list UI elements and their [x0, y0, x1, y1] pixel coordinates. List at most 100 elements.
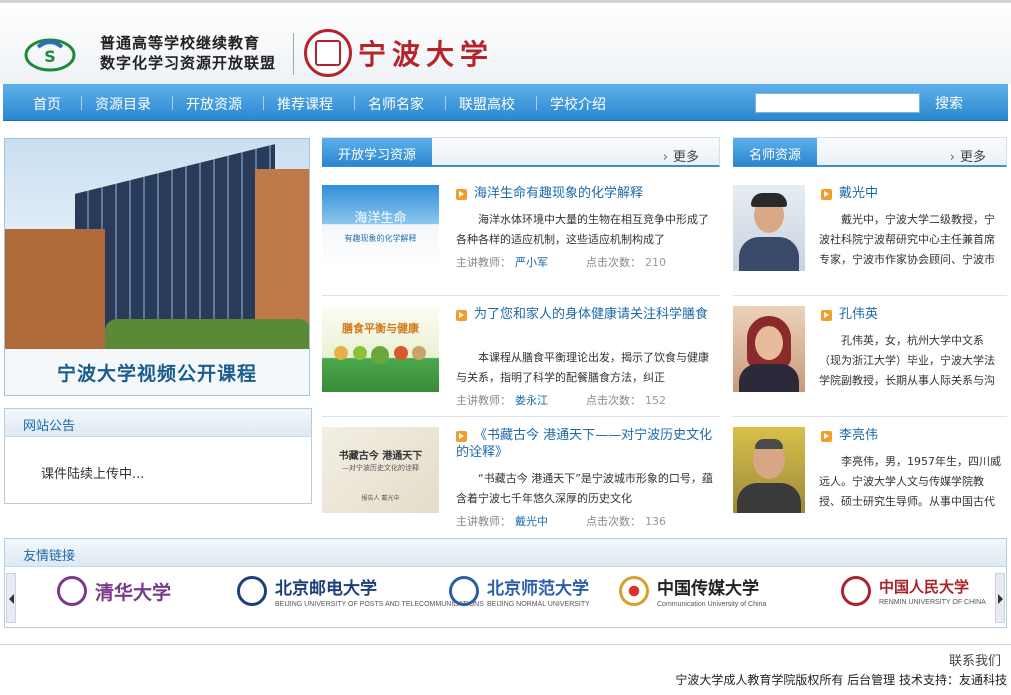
notice-text: 课件陆续上传中...	[41, 467, 145, 482]
resource-item: 书藏古今 港通天下 —对宁波历史文化的诠释 报告人 戴光中 《书藏古今 港通天下…	[322, 427, 720, 528]
teacher-link[interactable]: 娄永江	[515, 394, 548, 407]
divider	[322, 416, 720, 417]
nav-separator	[172, 96, 173, 110]
divider	[322, 295, 720, 296]
resource-meta: 主讲教师： 严小军 点击次数： 210	[456, 256, 666, 269]
divider	[733, 295, 1007, 296]
bupt-seal-icon	[237, 576, 267, 606]
teacher-photo[interactable]	[733, 185, 805, 271]
site-header: S 普通高等学校继续教育 数字化学习资源开放联盟 宁波大学	[0, 0, 1011, 84]
thumb-subtitle: —对宁波历史文化的诠释	[342, 464, 419, 472]
nav-separator	[536, 96, 537, 110]
resource-title-link[interactable]: 《书藏古今 港通天下——对宁波历史文化的诠释》	[456, 427, 718, 461]
play-icon	[456, 189, 467, 200]
link-cuc[interactable]: 中国传媒大学 Communication University of China	[619, 573, 766, 609]
click-count: 210	[645, 256, 666, 269]
nav-resource-catalog[interactable]: 资源目录	[95, 94, 151, 114]
contact-us-link[interactable]: 联系我们	[949, 650, 1001, 669]
nav-home[interactable]: 首页	[33, 94, 61, 114]
resource-title-link[interactable]: 为了您和家人的身体健康请关注科学膳食	[456, 306, 718, 323]
university-name: 宁波大学	[358, 38, 495, 71]
play-icon	[821, 310, 832, 321]
teachers-header: 名师资源 更多	[733, 137, 1007, 167]
alliance-name: 普通高等学校继续教育 数字化学习资源开放联盟	[100, 33, 276, 73]
teacher-link[interactable]: 戴光中	[515, 515, 548, 528]
resource-item: 海洋生命 有趣现象的化学解释 海洋生命有趣现象的化学解释 海洋水体环境中大量的生…	[322, 185, 720, 285]
nav-famous-teachers[interactable]: 名师名家	[368, 94, 424, 114]
open-resources-header: 开放学习资源 更多	[322, 137, 720, 167]
search-input[interactable]	[755, 93, 920, 113]
teacher-description: 李亮伟，男，1957年生，四川威远人。宁波大学人文与传媒学院教授、硕士研究生导师…	[819, 455, 1001, 508]
video-course-banner[interactable]: 宁波大学视频公开课程	[4, 138, 310, 396]
open-resources-more-link[interactable]: 更多	[663, 146, 699, 165]
teachers-title: 名师资源	[733, 138, 818, 166]
nav-alliance-universities[interactable]: 联盟高校	[459, 94, 515, 114]
nav-school-intro[interactable]: 学校介绍	[550, 94, 606, 114]
resource-item: 膳食平衡与健康 为了您和家人的身体健康请关注科学膳食 本课程从膳食平衡理论出发，…	[322, 306, 720, 407]
alliance-line-1: 普通高等学校继续教育	[100, 34, 261, 52]
resource-thumbnail[interactable]: 海洋生命 有趣现象的化学解释	[322, 185, 439, 271]
teacher-item: 李亮伟 李亮伟，男，1957年生，四川威远人。宁波大学人文与传媒学院教授、硕士研…	[733, 427, 1007, 527]
main-nav: 首页 资源目录 开放资源 推荐课程 名师名家 联盟高校 学校介绍 搜索	[3, 84, 1008, 121]
resource-description: 海洋水体环境中大量的生物在相互竞争中形成了各种各样的适应机制，这些适应机制构成了	[456, 213, 709, 246]
teachers-more-link[interactable]: 更多	[950, 146, 986, 165]
nav-separator	[445, 96, 446, 110]
cuc-seal-icon	[619, 576, 649, 606]
teacher-description: 戴光中，宁波大学二级教授，宁波社科院宁波帮研究中心主任兼首席专家，宁波市作家协会…	[819, 213, 995, 266]
alliance-logo-icon: S	[24, 38, 76, 72]
ruc-seal-icon	[841, 576, 871, 606]
teacher-photo[interactable]	[733, 306, 805, 392]
divider	[733, 416, 1007, 417]
ningbo-university-seal-icon	[304, 29, 352, 77]
nav-separator	[81, 96, 82, 110]
link-tsinghua[interactable]: 清华大学	[57, 573, 171, 609]
teacher-name-link[interactable]: 孔伟英	[839, 306, 999, 323]
resource-meta: 主讲教师： 娄永江 点击次数： 152	[456, 394, 666, 407]
site-notice-panel: 网站公告 课件陆续上传中...	[4, 408, 312, 504]
teacher-photo[interactable]	[733, 427, 805, 513]
thumb-footer: 报告人 戴光中	[361, 495, 400, 502]
food-plates-image	[334, 346, 426, 364]
resource-title-link[interactable]: 海洋生命有趣现象的化学解释	[474, 185, 714, 202]
link-bupt[interactable]: 北京邮电大学 BEIJING UNIVERSITY OF POSTS AND TE…	[237, 573, 484, 609]
nav-separator	[354, 96, 355, 110]
search-button[interactable]: 搜索	[935, 93, 963, 113]
teacher-link[interactable]: 严小军	[515, 256, 548, 269]
click-count: 136	[645, 515, 666, 528]
scroll-left-arrow-icon[interactable]	[6, 573, 16, 623]
nav-open-resources[interactable]: 开放资源	[186, 94, 242, 114]
link-bnu[interactable]: 北京师范大学 BEIJING NORMAL UNIVERSITY	[449, 573, 590, 609]
scroll-right-arrow-icon[interactable]	[995, 573, 1005, 623]
thumb-title: 膳食平衡与健康	[342, 322, 419, 335]
teacher-name-link[interactable]: 李亮伟	[839, 427, 999, 444]
open-resources-title: 开放学习资源	[322, 138, 433, 166]
resource-meta: 主讲教师： 戴光中 点击次数： 136	[456, 515, 666, 528]
thumb-title: 海洋生命	[354, 211, 407, 226]
thumb-subtitle: 有趣现象的化学解释	[344, 234, 417, 243]
notice-title: 网站公告	[23, 419, 76, 434]
resource-thumbnail[interactable]: 书藏古今 港通天下 —对宁波历史文化的诠释 报告人 戴光中	[322, 427, 439, 513]
play-icon	[821, 431, 832, 442]
thumb-title: 书藏古今 港通天下	[338, 451, 423, 462]
bnu-seal-icon	[449, 576, 479, 606]
click-count: 152	[645, 394, 666, 407]
friend-links-title: 友情链接	[23, 549, 76, 564]
teacher-item: 戴光中 戴光中，宁波大学二级教授，宁波社科院宁波帮研究中心主任兼首席专家，宁波市…	[733, 185, 1007, 285]
footer-divider	[0, 644, 1011, 645]
tsinghua-seal-icon	[57, 576, 87, 606]
teacher-item: 孔伟英 孔伟英，女，杭州大学中文系（现为浙江大学）毕业，宁波大学法学院副教授，长…	[733, 306, 1007, 406]
resource-description: 本课程从膳食平衡理论出发，揭示了饮食与健康与关系，指明了科学的配餐膳食方法，纠正	[456, 351, 709, 384]
teacher-description: 孔伟英，女，杭州大学中文系（现为浙江大学）毕业，宁波大学法学院副教授，长期从事人…	[819, 334, 995, 387]
play-icon	[821, 189, 832, 200]
link-ruc[interactable]: 中国人民大学 RENMIN UNIVERSITY OF CHINA	[841, 573, 986, 609]
teacher-name-link[interactable]: 戴光中	[839, 185, 999, 202]
copyright-text: 宁波大学成人教育学院版权所有 后台管理 技术支持：友通科技	[675, 673, 1007, 687]
svg-text:S: S	[44, 47, 56, 66]
nav-separator	[263, 96, 264, 110]
banner-caption: 宁波大学视频公开课程	[56, 363, 257, 385]
resource-thumbnail[interactable]: 膳食平衡与健康	[322, 306, 439, 392]
nav-recommended-courses[interactable]: 推荐课程	[277, 94, 333, 114]
header-divider	[293, 33, 294, 75]
alliance-line-2: 数字化学习资源开放联盟	[100, 54, 277, 72]
friend-links-panel: 友情链接 清华大学 北京邮电大学 BEIJING UNIVERSITY OF PO…	[4, 538, 1007, 628]
